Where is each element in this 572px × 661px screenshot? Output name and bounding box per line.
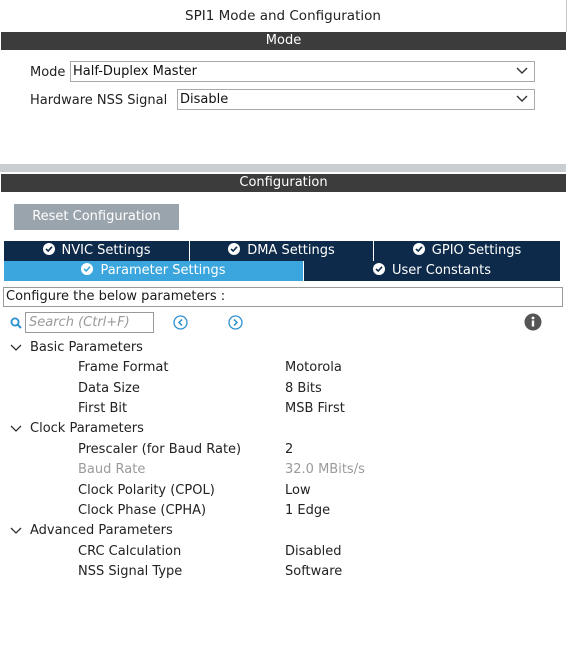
param-value[interactable]: MSB First: [285, 400, 345, 418]
param-value[interactable]: 8 Bits: [285, 380, 322, 398]
param-name: Baud Rate: [78, 462, 146, 477]
check-circle-icon: [42, 243, 55, 255]
tab-user-constants[interactable]: User Constants: [304, 261, 560, 281]
section-divider[interactable]: [0, 164, 566, 172]
group-clock-parameters[interactable]: Clock Parameters: [30, 420, 144, 438]
panel-title: SPI1 Mode and Configuration: [0, 0, 567, 32]
description-text: Configure the below parameters :: [3, 287, 563, 307]
param-name: CRC Calculation: [78, 544, 182, 559]
tab-label: GPIO Settings: [431, 243, 522, 258]
search-input[interactable]: Search (Ctrl+F): [25, 312, 154, 333]
nss-label: Hardware NSS Signal: [30, 93, 168, 108]
param-value: 32.0 MBits/s: [285, 462, 365, 477]
arrow-right-circle-icon[interactable]: [228, 315, 243, 330]
mode-section-header: Mode: [1, 32, 566, 50]
param-name: First Bit: [78, 401, 128, 416]
chevron-down-icon: [516, 67, 528, 74]
check-circle-icon: [228, 243, 241, 255]
tab-label: DMA Settings: [247, 243, 335, 258]
tab-parameter-settings[interactable]: Parameter Settings: [4, 261, 304, 281]
check-circle-icon: [412, 243, 425, 255]
param-name: Frame Format: [78, 360, 169, 375]
reset-configuration-button[interactable]: Reset Configuration: [14, 204, 179, 230]
group-advanced-parameters[interactable]: Advanced Parameters: [30, 522, 173, 540]
param-name: Clock Phase (CPHA): [78, 503, 207, 518]
tab-dma-settings[interactable]: DMA Settings: [190, 241, 374, 261]
info-icon[interactable]: [524, 313, 542, 331]
param-value[interactable]: 1 Edge: [285, 502, 330, 520]
mode-select[interactable]: Half-Duplex Master: [70, 61, 535, 82]
chevron-down-icon[interactable]: [10, 424, 22, 434]
tab-nvic-settings[interactable]: NVIC Settings: [4, 241, 190, 261]
mode-select-value: Half-Duplex Master: [73, 64, 198, 79]
check-circle-icon: [81, 263, 94, 275]
param-value[interactable]: Motorola: [285, 359, 342, 377]
param-name: Prescaler (for Baud Rate): [78, 442, 242, 457]
group-basic-parameters[interactable]: Basic Parameters: [30, 339, 143, 357]
chevron-down-icon[interactable]: [10, 526, 22, 536]
param-value[interactable]: Low: [285, 482, 311, 500]
param-value[interactable]: Software: [285, 563, 342, 581]
param-name: Data Size: [78, 381, 140, 396]
tab-label: Parameter Settings: [100, 263, 226, 278]
tab-gpio-settings[interactable]: GPIO Settings: [374, 241, 560, 261]
tab-label: NVIC Settings: [61, 243, 151, 258]
chevron-down-icon[interactable]: [10, 343, 22, 353]
param-value[interactable]: Disabled: [285, 543, 341, 561]
search-icon: [10, 317, 22, 329]
arrow-left-circle-icon[interactable]: [173, 315, 188, 330]
mode-label: Mode: [30, 65, 66, 80]
param-name: NSS Signal Type: [78, 564, 183, 579]
chevron-down-icon: [516, 95, 528, 102]
nss-select[interactable]: Disable: [177, 89, 535, 110]
param-name: Clock Polarity (CPOL): [78, 483, 215, 498]
nss-select-value: Disable: [180, 92, 229, 107]
tab-label: User Constants: [392, 263, 491, 278]
check-circle-icon: [373, 263, 385, 275]
configuration-section-header: Configuration: [1, 174, 566, 192]
param-value[interactable]: 2: [285, 441, 293, 459]
